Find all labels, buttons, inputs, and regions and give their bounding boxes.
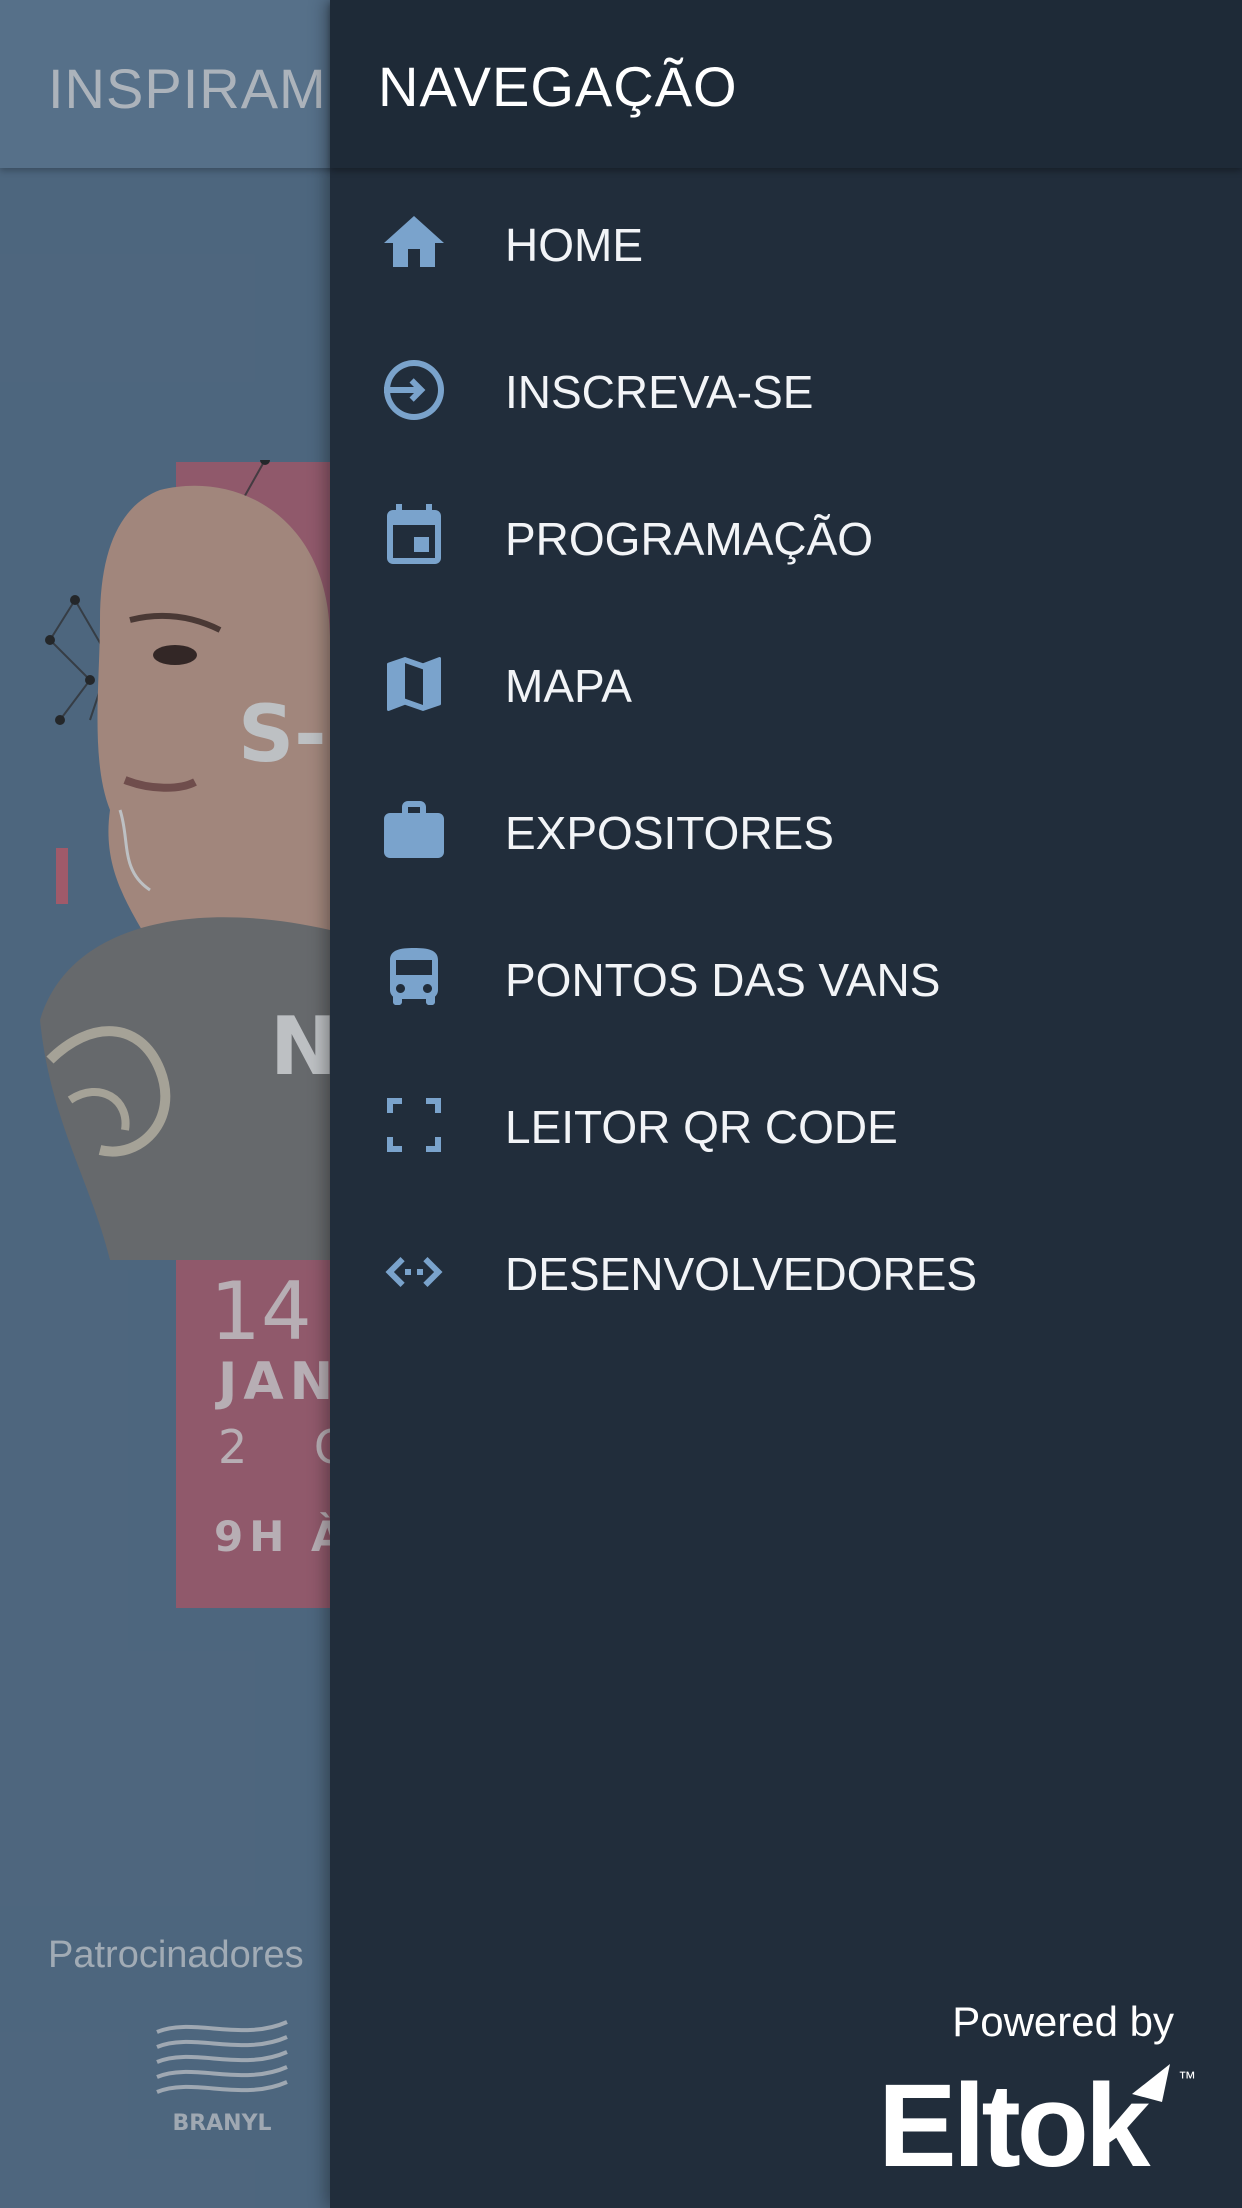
navigation-drawer: NAVEGAÇÃO HOME INSCREVA-SE PROGRAMAÇÃO M… (330, 0, 1242, 2208)
developer-icon (378, 1236, 450, 1308)
menu-item-label: PROGRAMAÇÃO (505, 513, 874, 565)
bus-icon (378, 942, 450, 1014)
powered-by-text: Powered by (952, 1998, 1174, 2045)
svg-text:Eltok: Eltok (878, 2060, 1151, 2184)
qr-scan-icon (378, 1089, 450, 1161)
drawer-header: NAVEGAÇÃO (330, 0, 1242, 168)
briefcase-icon (378, 795, 450, 867)
menu-item-home[interactable]: HOME (330, 168, 1242, 315)
menu-item-label: INSCREVA-SE (505, 366, 814, 418)
login-icon (378, 354, 450, 426)
map-icon (378, 648, 450, 720)
menu-item-label: EXPOSITORES (505, 807, 834, 859)
menu-item-label: LEITOR QR CODE (505, 1101, 898, 1153)
menu-item-desenvolvedores[interactable]: DESENVOLVEDORES (330, 1197, 1242, 1344)
menu-item-label: DESENVOLVEDORES (505, 1248, 978, 1300)
eltok-logo: Eltok ™ (878, 2060, 1196, 2184)
menu-item-leitor-qr-code[interactable]: LEITOR QR CODE (330, 1050, 1242, 1197)
menu-item-label: HOME (505, 219, 643, 271)
menu-item-mapa[interactable]: MAPA (330, 609, 1242, 756)
menu-item-expositores[interactable]: EXPOSITORES (330, 756, 1242, 903)
menu-item-inscreva-se[interactable]: INSCREVA-SE (330, 315, 1242, 462)
menu-item-label: PONTOS DAS VANS (505, 954, 941, 1006)
powered-by-footer: Powered by Eltok ™ (330, 1998, 1242, 2208)
svg-text:™: ™ (1178, 2068, 1196, 2088)
menu-item-label: MAPA (505, 660, 632, 712)
menu-item-pontos-das-vans[interactable]: PONTOS DAS VANS (330, 903, 1242, 1050)
home-icon (378, 207, 450, 279)
menu-item-programacao[interactable]: PROGRAMAÇÃO (330, 462, 1242, 609)
calendar-icon (378, 501, 450, 573)
drawer-title: NAVEGAÇÃO (378, 55, 738, 118)
drawer-menu: HOME INSCREVA-SE PROGRAMAÇÃO MAPA EXPOSI… (330, 168, 1242, 1344)
